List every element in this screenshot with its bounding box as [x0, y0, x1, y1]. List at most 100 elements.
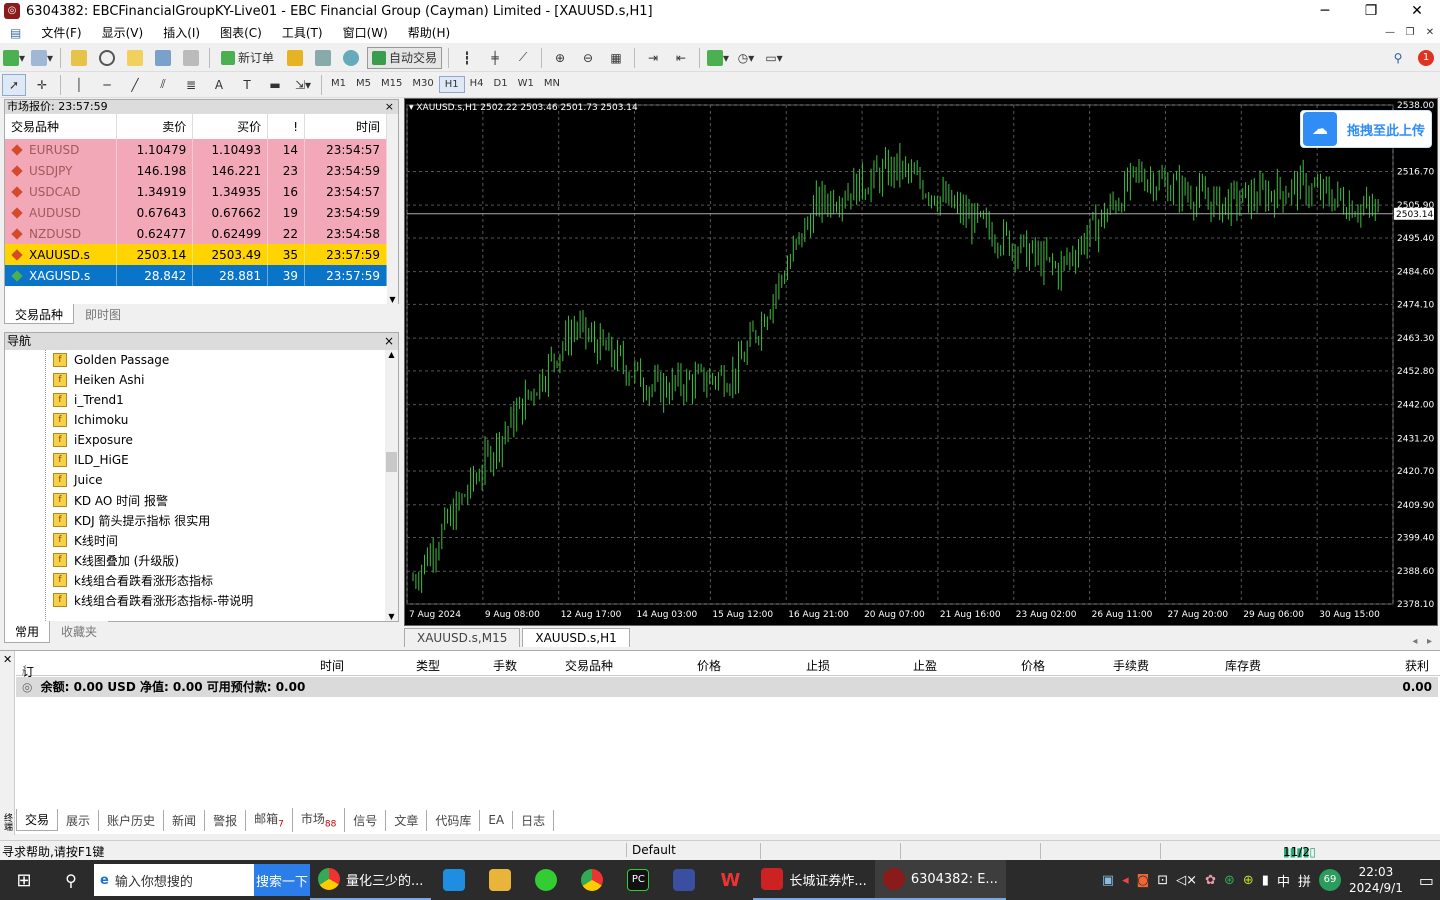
periods-icon[interactable]: ◷▾ — [734, 47, 758, 69]
volume-icon[interactable]: ◁× — [1176, 873, 1197, 888]
navigator-item[interactable]: f K线图叠加 (升级版) — [53, 550, 179, 570]
tile-windows-icon[interactable]: ▦ — [604, 47, 628, 69]
market-watch-scrollbar[interactable]: ▼ — [387, 114, 398, 304]
col-tp[interactable]: 止盈 — [913, 657, 937, 674]
trendline-icon[interactable]: ╱ — [123, 74, 147, 96]
terminal-tab[interactable]: 展示 — [58, 809, 100, 831]
taskbar-app-monitor[interactable] — [431, 860, 477, 900]
tab-symbols[interactable]: 交易品种 — [4, 304, 75, 324]
tab-chart-h1[interactable]: XAUUSD.s,H1 — [522, 628, 630, 647]
quote-row[interactable]: USDJPY 146.198 146.221 23 23:54:59 — [5, 160, 387, 181]
rectangle-icon[interactable]: ▬ — [263, 74, 287, 96]
terminal-tab[interactable]: 邮箱7 — [246, 808, 293, 832]
taskbar-app-mt4[interactable]: 6304382: E... — [874, 860, 1006, 900]
terminal-tab[interactable]: 账户历史 — [99, 809, 165, 831]
col-bid[interactable]: 卖价 — [116, 114, 194, 139]
navigator-item[interactable]: f KDJ 箭头提示指标 很实用 — [53, 510, 210, 530]
terminal-tab[interactable]: 交易 — [16, 809, 59, 831]
menu-help[interactable]: 帮助(H) — [398, 24, 460, 41]
menu-view[interactable]: 显示(V) — [92, 24, 154, 41]
search-icon[interactable]: ⚲ — [48, 860, 94, 900]
ime-mode[interactable]: 拼 — [1298, 871, 1311, 890]
navigator-item[interactable]: f i_Trend1 — [53, 390, 124, 410]
quote-row[interactable]: USDCAD 1.34919 1.34935 16 23:54:57 — [5, 181, 387, 202]
tab-chart-m15[interactable]: XAUUSD.s,M15 — [404, 628, 521, 647]
taskbar-app-chart[interactable] — [661, 860, 707, 900]
quote-row[interactable]: EURUSD 1.10479 1.10493 14 23:54:57 — [5, 139, 387, 160]
navigator-item[interactable]: f Juice — [53, 470, 102, 490]
tray-app4-icon[interactable]: ⊛ — [1224, 873, 1235, 888]
close-icon[interactable]: × — [384, 333, 394, 349]
quote-symbol[interactable]: EURUSD — [5, 139, 118, 160]
terminal-tab[interactable]: 新闻 — [164, 809, 206, 831]
tab-scroll-arrows[interactable]: ◂ ▸ — [1412, 636, 1432, 647]
templates-icon[interactable]: ▭▾ — [762, 47, 786, 69]
mdi-close-icon[interactable]: ✕ — [1420, 27, 1440, 38]
tray-flag-icon[interactable]: ◂ — [1122, 873, 1129, 888]
bar-chart-icon[interactable]: ┇ — [455, 47, 479, 69]
col-spread[interactable]: ! — [267, 114, 306, 139]
line-chart-icon[interactable]: ⟋ — [511, 47, 535, 69]
menu-tools[interactable]: 工具(T) — [272, 24, 333, 41]
terminal-close-icon[interactable]: ✕ — [3, 653, 12, 666]
chart-shift-icon[interactable]: ⇤ — [669, 47, 693, 69]
signals-icon[interactable] — [311, 47, 335, 69]
terminal-tab[interactable]: 代码库 — [427, 809, 481, 831]
taskbar-app-browser[interactable] — [523, 860, 569, 900]
navigator-item[interactable]: f ILD_HiGE — [53, 450, 129, 470]
taskbar-app-pycharm[interactable]: PC — [615, 860, 661, 900]
battery-badge[interactable]: 69 — [1318, 869, 1341, 891]
timeframe-h4[interactable]: H4 — [465, 76, 489, 93]
candlestick-icon[interactable]: ╪ — [483, 47, 507, 69]
vps-icon[interactable] — [339, 47, 363, 69]
navigator-item[interactable]: f Heiken Ashi — [53, 370, 144, 390]
timeframe-m15[interactable]: M15 — [376, 76, 407, 93]
terminal-tab[interactable]: EA — [480, 811, 514, 829]
col-commission[interactable]: 手续费 — [1113, 657, 1149, 674]
terminal-tab[interactable]: 信号 — [345, 809, 387, 831]
scroll-up-icon[interactable]: ▲ — [385, 350, 398, 359]
quote-symbol[interactable]: USDJPY — [5, 160, 118, 181]
quote-row[interactable]: XAUUSD.s 2503.14 2503.49 35 23:57:59 — [5, 244, 387, 265]
auto-trading-button[interactable]: 自动交易 — [367, 46, 443, 69]
quote-row[interactable]: NZDUSD 0.62477 0.62499 22 23:54:58 — [5, 223, 387, 244]
taskbar-app-explorer[interactable] — [477, 860, 523, 900]
network-icon[interactable]: ⊡ — [1157, 873, 1168, 888]
clock[interactable]: 22:03 2024/9/1 — [1349, 864, 1403, 896]
taskbar-app-broker[interactable]: 长城证券炸... — [753, 860, 875, 900]
scroll-down-icon[interactable]: ▼ — [385, 612, 398, 621]
menu-file[interactable]: 文件(F) — [31, 24, 91, 41]
tab-favorites[interactable]: 收藏夹 — [50, 621, 109, 643]
quote-symbol[interactable]: XAGUSD.s — [5, 265, 118, 286]
vertical-line-icon[interactable]: │ — [67, 74, 91, 96]
new-order-button[interactable]: 新订单 — [216, 47, 279, 69]
col-time[interactable]: 时间 — [304, 114, 387, 139]
timeframe-mn[interactable]: MN — [539, 76, 565, 93]
col-swap[interactable]: 库存费 — [1225, 657, 1261, 674]
navigator-icon[interactable] — [123, 47, 147, 69]
restore-button[interactable]: ❐ — [1348, 3, 1394, 19]
equidistant-channel-icon[interactable]: ⫽ — [151, 74, 175, 96]
quote-symbol[interactable]: AUDUSD — [5, 202, 118, 223]
tray-app-icon[interactable]: ▣ — [1102, 873, 1114, 888]
navigator-item[interactable]: f Golden Passage — [53, 350, 169, 370]
web-search-input[interactable]: e 输入你想搜的 — [94, 864, 254, 896]
col-symbol[interactable]: 交易品种 — [565, 657, 613, 674]
web-search-button[interactable]: 搜索一下 — [254, 864, 310, 896]
terminal-tab[interactable]: 文章 — [386, 809, 428, 831]
navigator-item[interactable]: f K线时间 — [53, 530, 118, 550]
mdi-minimize-icon[interactable]: — — [1380, 27, 1400, 38]
timeframe-h1[interactable]: H1 — [438, 76, 465, 93]
new-chart-icon[interactable]: ▾ — [2, 47, 26, 69]
close-button[interactable]: ✕ — [1394, 3, 1440, 19]
upload-drop-button[interactable]: ☁ 拖拽至此上传 — [1300, 110, 1432, 148]
search-icon[interactable]: ⚲ — [1386, 47, 1410, 69]
metaeditor-icon[interactable] — [283, 47, 307, 69]
col-symbol[interactable]: 交易品种 — [5, 114, 118, 139]
crosshair-icon[interactable]: ✛ — [30, 74, 54, 96]
quote-row[interactable]: AUDUSD 0.67643 0.67662 19 23:54:59 — [5, 202, 387, 223]
col-sl[interactable]: 止损 — [806, 657, 830, 674]
col-lots[interactable]: 手数 — [493, 657, 517, 674]
arrows-icon[interactable]: ⇲▾ — [291, 74, 315, 96]
col-ask[interactable]: 买价 — [192, 114, 269, 139]
